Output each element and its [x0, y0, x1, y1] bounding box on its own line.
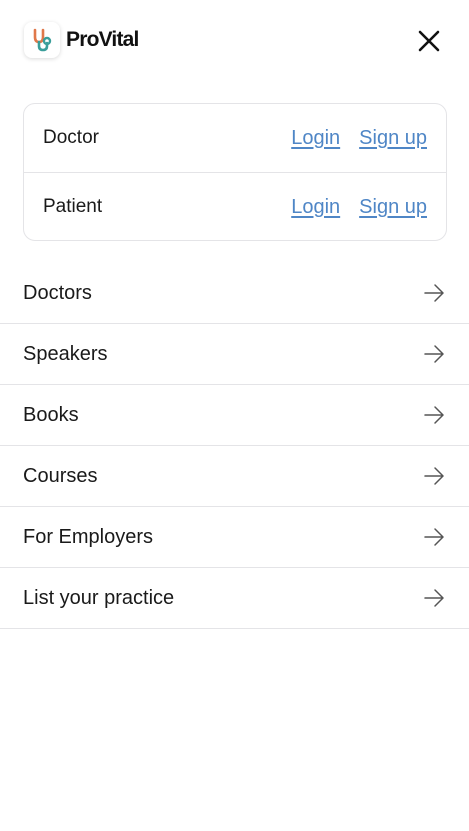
arrow-right-icon [424, 345, 444, 363]
arrow-right-icon [424, 467, 444, 485]
arrow-right-icon [424, 406, 444, 424]
nav-item-label: Books [23, 403, 79, 426]
auth-row-doctor: Doctor Login Sign up [24, 104, 446, 172]
arrow-right-icon [424, 589, 444, 607]
header: ProVital [0, 0, 469, 82]
auth-row-patient: Patient Login Sign up [24, 172, 446, 241]
nav-item-label: Speakers [23, 342, 108, 365]
nav-item-label: For Employers [23, 525, 154, 548]
nav-item-books[interactable]: Books [0, 385, 469, 446]
patient-login-link[interactable]: Login [291, 196, 340, 219]
nav-item-label: List your practice [23, 586, 175, 609]
close-icon [418, 30, 440, 52]
nav-item-list-your-practice[interactable]: List your practice [0, 568, 469, 629]
close-button[interactable] [414, 26, 444, 56]
arrow-right-icon [424, 528, 444, 546]
nav-list: Doctors Speakers Books Courses For Emplo… [0, 263, 469, 629]
nav-item-label: Courses [23, 464, 98, 487]
nav-item-for-employers[interactable]: For Employers [0, 507, 469, 568]
doctor-signup-link[interactable]: Sign up [359, 127, 427, 150]
auth-role-label: Doctor [43, 127, 99, 148]
arrow-right-icon [424, 284, 444, 302]
brand-name: ProVital [66, 28, 139, 51]
auth-card: Doctor Login Sign up Patient Login Sign … [23, 103, 447, 241]
logo[interactable] [24, 22, 60, 58]
doctor-login-link[interactable]: Login [291, 127, 340, 150]
patient-signup-link[interactable]: Sign up [359, 196, 427, 219]
auth-role-label: Patient [43, 196, 103, 217]
nav-item-speakers[interactable]: Speakers [0, 324, 469, 385]
stethoscope-icon [33, 28, 52, 52]
nav-item-doctors[interactable]: Doctors [0, 263, 469, 324]
nav-item-courses[interactable]: Courses [0, 446, 469, 507]
nav-item-label: Doctors [23, 281, 92, 304]
